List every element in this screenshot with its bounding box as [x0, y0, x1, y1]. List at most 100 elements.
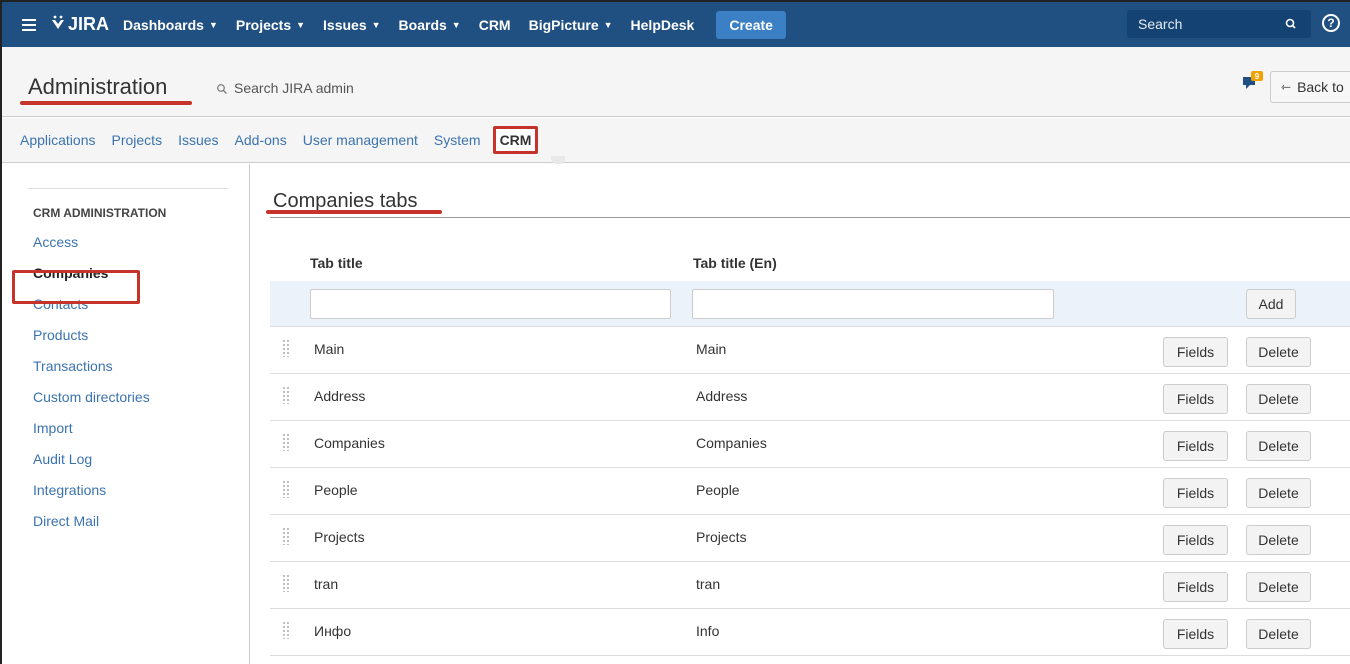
new-tab-row: Add	[270, 281, 1350, 327]
fields-button[interactable]: Fields	[1163, 572, 1228, 602]
cell-tab-title: Main	[314, 341, 345, 357]
create-button[interactable]: Create	[716, 10, 786, 39]
tab-crm[interactable]: CRM	[492, 126, 539, 154]
active-item-highlight	[12, 270, 140, 304]
tab-title-input[interactable]	[310, 289, 671, 319]
sidebar-item-label: Direct Mail	[33, 513, 100, 529]
feedback-badge-count: 9	[1255, 72, 1260, 81]
search-icon	[216, 82, 228, 94]
fields-button[interactable]: Fields	[1163, 619, 1228, 649]
drag-handle-icon[interactable]	[282, 574, 290, 592]
delete-button[interactable]: Delete	[1246, 337, 1311, 367]
cell-tab-title-en: Main	[696, 341, 727, 357]
fields-button[interactable]: Fields	[1163, 525, 1228, 555]
chevron-down-icon: ▼	[451, 19, 461, 30]
drag-handle-icon[interactable]	[282, 339, 290, 357]
chevron-down-icon: ▼	[208, 19, 218, 30]
tab-system[interactable]: System	[434, 132, 481, 148]
delete-button[interactable]: Delete	[1246, 431, 1311, 461]
table-row: Address Address Fields Delete	[270, 374, 1350, 421]
sidebar-item-label: Audit Log	[33, 451, 93, 467]
search-icon[interactable]	[1281, 14, 1301, 34]
nav-item-label: HelpDesk	[630, 16, 695, 33]
nav-item-boards[interactable]: Boards ▼	[399, 17, 461, 33]
add-button[interactable]: Add	[1246, 289, 1296, 319]
sidebar-item-label: Integrations	[33, 482, 107, 498]
tab-issues[interactable]: Issues	[178, 132, 218, 148]
sidebar-item-label: Custom directories	[33, 389, 150, 405]
title-highlight-underline	[20, 101, 192, 105]
delete-button[interactable]: Delete	[1246, 384, 1311, 414]
drag-handle-icon[interactable]	[282, 621, 290, 639]
drag-handle-icon[interactable]	[282, 386, 290, 404]
delete-button[interactable]: Delete	[1246, 525, 1311, 555]
sidebar-item-products[interactable]: Products	[2, 326, 250, 357]
sidebar-item-companies[interactable]: Companies	[2, 264, 250, 304]
chevron-down-icon: ▼	[371, 19, 381, 30]
drag-handle-icon[interactable]	[282, 480, 290, 498]
tab-add-ons[interactable]: Add-ons	[235, 132, 287, 148]
delete-button[interactable]: Delete	[1246, 619, 1311, 649]
sidebar-item-import[interactable]: Import	[2, 419, 250, 450]
back-to-label: Back to	[1297, 79, 1344, 95]
nav-item-issues[interactable]: Issues ▼	[323, 17, 381, 33]
sidebar-item-direct-mail[interactable]: Direct Mail	[2, 512, 250, 543]
sidebar-item-label: Access	[33, 234, 79, 250]
sidebar-item-audit-log[interactable]: Audit Log	[2, 450, 250, 481]
section-divider	[270, 217, 1350, 218]
fields-button[interactable]: Fields	[1163, 431, 1228, 461]
jira-logo-text: JIRA	[68, 14, 110, 34]
drag-handle-icon[interactable]	[282, 527, 290, 545]
cell-tab-title-en: People	[696, 482, 740, 498]
nav-item-crm[interactable]: CRM	[479, 17, 511, 33]
sidebar-divider	[28, 188, 228, 189]
tab-projects[interactable]: Projects	[112, 132, 163, 148]
jira-logo[interactable]: JIRA	[50, 14, 109, 35]
cell-tab-title-en: Info	[696, 623, 720, 639]
nav-item-label: Boards	[398, 16, 447, 33]
nav-item-label: Issues	[323, 16, 367, 33]
top-navigation-bar: JIRA Dashboards ▼ Projects ▼ Issues ▼ Boards ▼ C…	[2, 2, 1350, 47]
nav-item-label: Dashboards	[123, 16, 204, 33]
delete-button[interactable]: Delete	[1246, 572, 1311, 602]
primary-nav: Dashboards ▼ Projects ▼ Issues ▼ Boards ▼ CRM Big…	[123, 17, 712, 33]
help-icon[interactable]: ?	[1322, 14, 1340, 32]
sidebar-item-transactions[interactable]: Transactions	[2, 357, 250, 388]
cell-tab-title-en: tran	[696, 576, 721, 592]
jira-logo-icon	[50, 14, 66, 35]
sidebar-item-integrations[interactable]: Integrations	[2, 481, 250, 512]
nav-item-dashboards[interactable]: Dashboards ▼	[123, 17, 218, 33]
sidebar-item-custom-directories[interactable]: Custom directories	[2, 388, 250, 419]
admin-search-link[interactable]: Search JIRA admin	[216, 80, 354, 96]
nav-item-label: Projects	[235, 16, 292, 33]
nav-item-helpdesk[interactable]: HelpDesk	[631, 17, 695, 33]
sidebar: CRM ADMINISTRATION Access Companies Contac…	[2, 164, 250, 664]
cell-tab-title-en: Projects	[696, 529, 747, 545]
fields-button[interactable]: Fields	[1163, 478, 1228, 508]
drag-handle-icon[interactable]	[282, 433, 290, 451]
delete-button[interactable]: Delete	[1246, 478, 1311, 508]
cell-tab-title: tran	[314, 576, 339, 592]
search-placeholder: Search	[1138, 16, 1183, 32]
tab-applications[interactable]: Applications	[20, 132, 96, 148]
cell-tab-title: Companies	[314, 435, 385, 451]
table-row: Projects Projects Fields Delete	[270, 515, 1350, 562]
sidebar-item-access[interactable]: Access	[2, 233, 250, 264]
fields-button[interactable]: Fields	[1163, 384, 1228, 414]
back-to-button[interactable]: ⇽ Back to	[1270, 71, 1350, 103]
tab-user-management[interactable]: User management	[303, 132, 418, 148]
sidebar-item-label: Products	[33, 327, 89, 343]
tabs-table-body: Main Main Fields Delete Address Address Fields…	[270, 327, 1350, 656]
hamburger-menu-icon[interactable]	[22, 18, 36, 31]
sidebar-item-label: Import	[33, 420, 73, 436]
nav-item-label: CRM	[478, 16, 511, 33]
fields-button[interactable]: Fields	[1163, 337, 1228, 367]
nav-item-projects[interactable]: Projects ▼	[236, 17, 305, 33]
global-search-input[interactable]: Search	[1127, 10, 1311, 38]
section-title-highlight	[266, 210, 442, 214]
nav-item-bigpicture[interactable]: BigPicture ▼	[529, 17, 613, 33]
tab-title-en-input[interactable]	[692, 289, 1054, 319]
chevron-down-icon: ▼	[603, 19, 613, 30]
feedback-icon[interactable]: 9	[1242, 71, 1264, 91]
cell-tab-title: Address	[314, 388, 366, 404]
